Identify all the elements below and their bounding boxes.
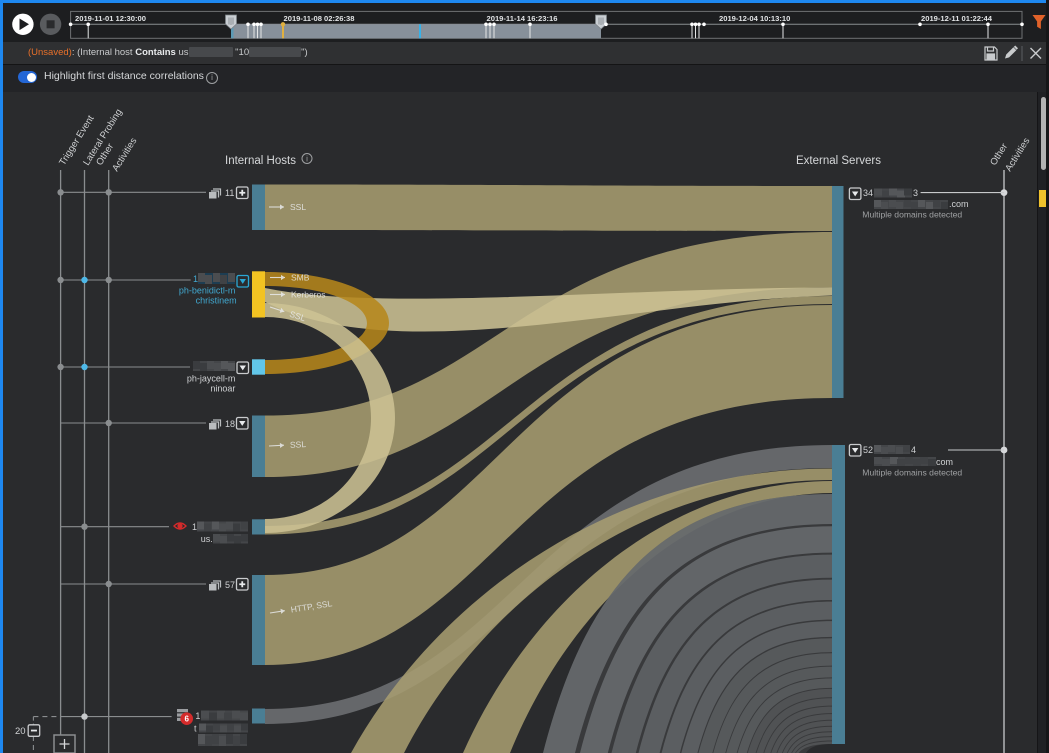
svg-text:1: 1: [192, 522, 197, 532]
svg-text:Activities: Activities: [1003, 136, 1032, 174]
svg-text:4: 4: [911, 445, 916, 455]
svg-text:Multiple domains detected: Multiple domains detected: [862, 210, 962, 220]
svg-text:Activities: Activities: [110, 136, 139, 174]
svg-text:SMB: SMB: [291, 273, 310, 283]
svg-text:.com: .com: [949, 199, 969, 209]
svg-text:11: 11: [225, 188, 234, 198]
svg-text:52: 52: [863, 445, 873, 455]
svg-text:2019-11-08 02:26:38: 2019-11-08 02:26:38: [284, 14, 355, 23]
svg-text:2019-11-01 12:30:00: 2019-11-01 12:30:00: [75, 14, 146, 23]
svg-text:ph-jaycell-m: ph-jaycell-m: [187, 373, 236, 383]
svg-text:18: 18: [225, 419, 235, 429]
svg-text:SSL: SSL: [290, 202, 306, 212]
svg-text:SSL: SSL: [290, 439, 307, 450]
svg-text:christinem: christinem: [196, 295, 237, 305]
svg-text:57: 57: [225, 580, 235, 590]
svg-text:com: com: [936, 457, 953, 467]
svg-text:1: 1: [195, 711, 200, 721]
svg-text:i: i: [306, 155, 308, 164]
svg-text:2019-11-14 16:23:16: 2019-11-14 16:23:16: [487, 14, 558, 23]
svg-text:6: 6: [184, 715, 189, 724]
svg-text:t: t: [194, 723, 197, 733]
svg-text:Kerberos: Kerberos: [291, 290, 326, 300]
svg-text:us.: us.: [201, 534, 213, 544]
svg-text:3: 3: [913, 188, 918, 198]
svg-text:Multiple domains detected: Multiple domains detected: [862, 468, 962, 478]
svg-text:ph-benidictl-m: ph-benidictl-m: [179, 285, 236, 295]
svg-text:ninoar: ninoar: [210, 383, 235, 393]
svg-text:2019-12-04 10:13:10: 2019-12-04 10:13:10: [719, 14, 790, 23]
svg-text:34: 34: [863, 188, 873, 198]
svg-text:20: 20: [15, 726, 26, 737]
svg-text:1: 1: [193, 274, 198, 284]
svg-text:External Servers: External Servers: [796, 155, 881, 167]
svg-text:Internal Hosts: Internal Hosts: [225, 155, 296, 167]
svg-text:2019-12-11 01:22:44: 2019-12-11 01:22:44: [921, 14, 993, 23]
